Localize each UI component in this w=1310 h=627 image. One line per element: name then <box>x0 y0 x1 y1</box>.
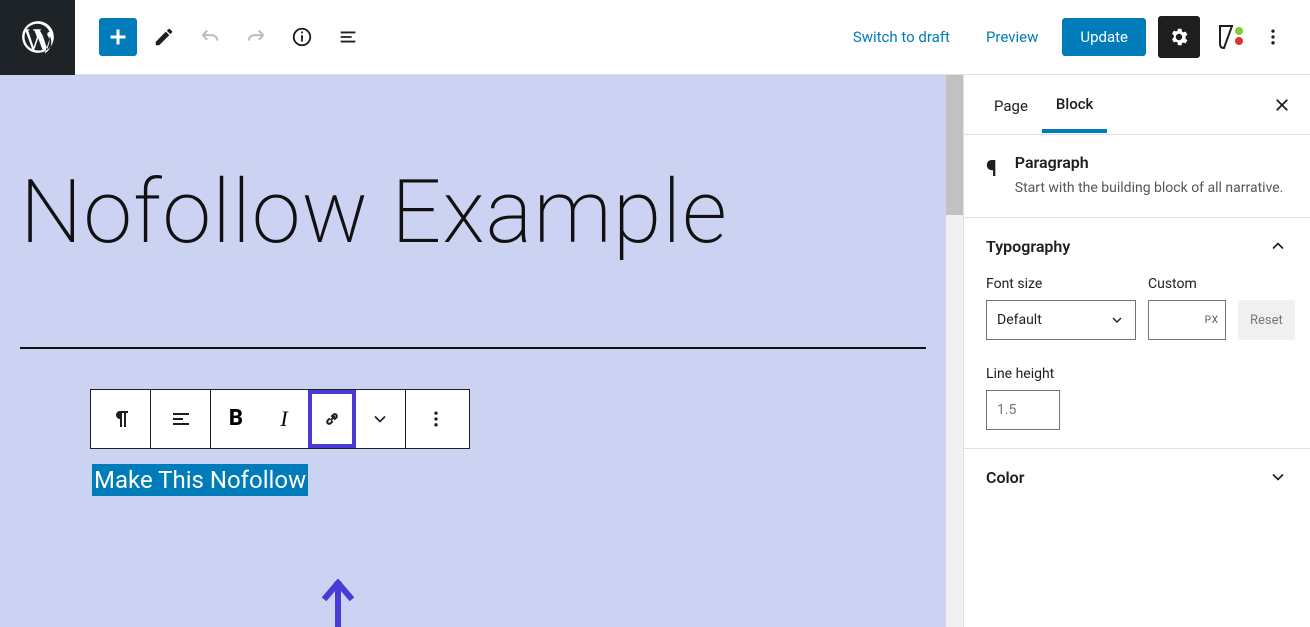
pencil-icon <box>153 26 175 48</box>
edit-mode-button[interactable] <box>145 18 183 56</box>
info-icon <box>291 26 313 48</box>
more-options-button[interactable] <box>1258 22 1288 52</box>
block-info-section: ¶ Paragraph Start with the building bloc… <box>964 135 1310 218</box>
update-button[interactable]: Update <box>1062 18 1146 56</box>
plus-icon <box>106 25 130 49</box>
italic-button[interactable]: I <box>260 390 308 448</box>
preview-button[interactable]: Preview <box>974 20 1050 54</box>
color-panel-toggle[interactable]: Color <box>986 467 1288 487</box>
chevron-down-icon <box>1109 312 1125 328</box>
settings-button[interactable] <box>1158 16 1200 58</box>
editor-scrollbar[interactable] <box>946 75 963 627</box>
color-panel: Color <box>964 449 1310 505</box>
line-height-label: Line height <box>986 366 1288 382</box>
bold-icon: B <box>229 406 243 431</box>
block-name: Paragraph <box>1015 153 1284 172</box>
more-vertical-icon <box>1263 27 1283 47</box>
chevron-down-icon <box>1268 467 1288 487</box>
outline-button[interactable] <box>329 18 367 56</box>
undo-button[interactable] <box>191 18 229 56</box>
align-button[interactable] <box>151 390 211 448</box>
font-size-value: Default <box>997 312 1042 328</box>
color-title: Color <box>986 468 1024 487</box>
typography-panel-toggle[interactable]: Typography <box>986 236 1288 256</box>
info-button[interactable] <box>283 18 321 56</box>
custom-size-unit: PX <box>1205 315 1219 326</box>
align-left-icon <box>169 407 193 431</box>
settings-sidebar: Page Block ¶ Paragraph Start with the bu… <box>963 75 1310 627</box>
tab-block[interactable]: Block <box>1042 77 1107 133</box>
redo-button[interactable] <box>237 18 275 56</box>
gear-icon <box>1168 26 1190 48</box>
block-toolbar: B I <box>90 389 470 449</box>
yoast-seo-button[interactable] <box>1212 20 1246 54</box>
font-size-reset-button[interactable]: Reset <box>1238 300 1295 340</box>
bold-button[interactable]: B <box>212 390 260 448</box>
chevron-down-icon <box>370 409 390 429</box>
chevron-up-icon <box>1268 236 1288 256</box>
block-type-button[interactable] <box>91 390 151 448</box>
link-button[interactable] <box>308 390 356 448</box>
sidebar-close-button[interactable] <box>1270 93 1294 117</box>
yoast-icon <box>1214 22 1244 52</box>
custom-size-input[interactable]: PX <box>1148 300 1226 340</box>
line-height-placeholder: 1.5 <box>997 402 1016 418</box>
block-more-button[interactable] <box>406 390 466 448</box>
typography-panel: Typography Font size Default C <box>964 218 1310 449</box>
add-block-button[interactable] <box>99 18 137 56</box>
switch-to-draft-button[interactable]: Switch to draft <box>841 20 962 54</box>
editor-canvas[interactable]: Nofollow Example B <box>0 75 946 627</box>
tab-page[interactable]: Page <box>980 79 1042 131</box>
paragraph-icon <box>109 407 133 431</box>
line-height-input[interactable]: 1.5 <box>986 390 1060 430</box>
italic-icon: I <box>280 406 287 432</box>
editor-topbar: Switch to draft Preview Update <box>0 0 1310 75</box>
page-title[interactable]: Nofollow Example <box>0 75 946 272</box>
more-vertical-icon <box>426 409 446 429</box>
custom-size-label: Custom <box>1148 276 1226 292</box>
list-view-icon <box>337 26 359 48</box>
typography-title: Typography <box>986 237 1070 256</box>
more-rich-text-button[interactable] <box>356 390 404 448</box>
font-size-select[interactable]: Default <box>986 300 1136 340</box>
close-icon <box>1273 96 1291 114</box>
undo-icon <box>199 26 221 48</box>
selected-paragraph-text[interactable]: Make This Nofollow <box>92 464 308 496</box>
wp-logo[interactable] <box>0 0 75 75</box>
link-icon <box>320 407 344 431</box>
scrollbar-thumb[interactable] <box>946 75 963 215</box>
annotation-arrow-icon <box>318 575 358 627</box>
block-description: Start with the building block of all nar… <box>1015 178 1284 199</box>
redo-icon <box>245 26 267 48</box>
paragraph-icon: ¶ <box>986 153 997 182</box>
font-size-label: Font size <box>986 276 1136 292</box>
wordpress-icon <box>19 18 57 56</box>
